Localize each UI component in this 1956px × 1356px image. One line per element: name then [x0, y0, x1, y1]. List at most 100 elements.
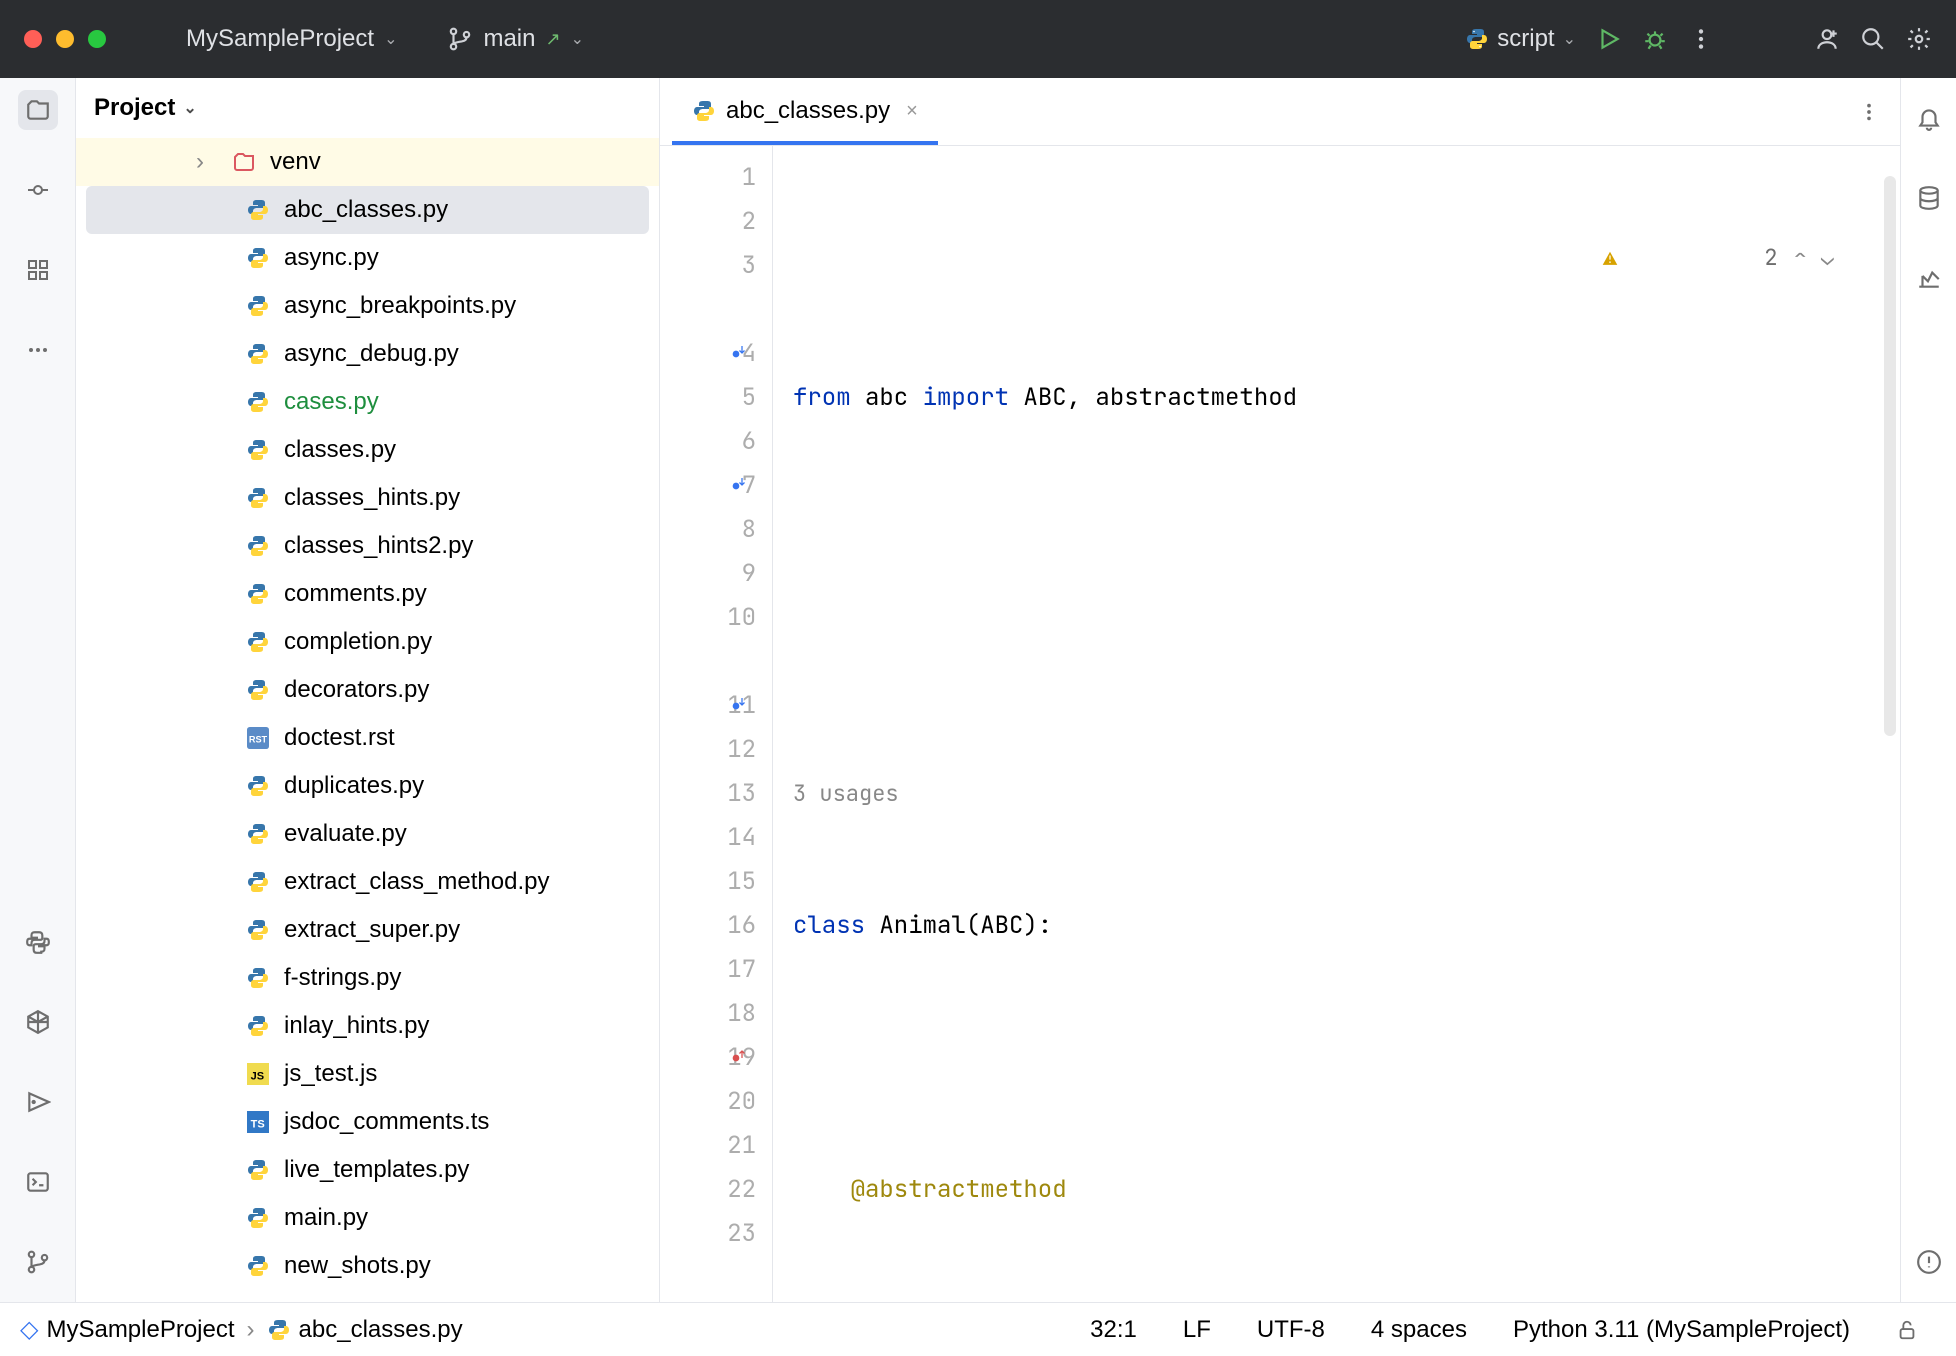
line-number: 14 — [727, 816, 756, 860]
debug-button[interactable] — [1642, 26, 1668, 52]
tree-file[interactable]: TS jsdoc_comments.ts — [76, 1098, 659, 1146]
tree-file[interactable]: evaluate.py — [76, 810, 659, 858]
problems-tool-button[interactable] — [1909, 1242, 1949, 1282]
tree-file[interactable]: async_breakpoints.py — [76, 282, 659, 330]
override-gutter-icon[interactable] — [730, 343, 752, 365]
file-name: f-strings.py — [284, 964, 401, 992]
line-number: 23 — [727, 1212, 756, 1256]
override-gutter-icon[interactable] — [730, 1047, 752, 1069]
run-button[interactable] — [1596, 26, 1622, 52]
python-console-button[interactable] — [18, 922, 58, 962]
tree-file[interactable]: cases.py — [76, 378, 659, 426]
tree-file[interactable]: inlay_hints.py — [76, 1002, 659, 1050]
editor-scrollbar[interactable] — [1884, 176, 1896, 736]
inspection-widget[interactable]: 2 ⌃ ⌄ — [1600, 160, 1834, 356]
next-highlight-icon[interactable]: ⌄ — [1821, 236, 1834, 280]
packages-tool-button[interactable] — [18, 1002, 58, 1042]
project-name: MySampleProject — [186, 25, 374, 53]
vcs-tool-button[interactable] — [18, 1242, 58, 1282]
tree-file[interactable]: abc_classes.py — [86, 186, 649, 234]
tree-file[interactable]: RSTdoctest.rst — [76, 714, 659, 762]
tree-file[interactable]: async.py — [76, 234, 659, 282]
py-file-icon — [246, 486, 270, 510]
tree-file[interactable]: live_templates.py — [76, 1146, 659, 1194]
breadcrumb[interactable]: ◇ MySampleProject › abc_classes.py — [20, 1315, 463, 1344]
editor-tab[interactable]: abc_classes.py × — [672, 81, 938, 145]
file-name: jsdoc_comments.ts — [284, 1108, 489, 1136]
more-tool-button[interactable] — [18, 330, 58, 370]
line-separator[interactable]: LF — [1165, 1316, 1229, 1344]
py-file-icon — [246, 390, 270, 414]
file-name: decorators.py — [284, 676, 429, 704]
branch-icon — [447, 26, 473, 52]
editor-gutter: 1234567891011121314151617181920212223 — [660, 146, 772, 1302]
editor-code[interactable]: 2 ⌃ ⌄ from abc import ABC, abstractmetho… — [772, 146, 1900, 1302]
folder-icon — [232, 150, 256, 174]
override-gutter-icon[interactable] — [730, 695, 752, 717]
code-with-me-icon[interactable] — [1814, 26, 1840, 52]
minimize-window[interactable] — [56, 30, 74, 48]
tree-file[interactable]: classes_hints.py — [76, 474, 659, 522]
tree-file[interactable]: duplicates.py — [76, 762, 659, 810]
line-number: 1 — [742, 156, 756, 200]
file-name: abc_classes.py — [284, 196, 448, 224]
close-window[interactable] — [24, 30, 42, 48]
tree-folder[interactable]: › venv — [76, 138, 659, 186]
terminal-tool-button[interactable] — [18, 1162, 58, 1202]
tab-more-button[interactable] — [1858, 101, 1880, 123]
chevron-down-icon: ⌄ — [571, 29, 584, 49]
notifications-button[interactable] — [1909, 98, 1949, 138]
py-file-icon — [246, 582, 270, 606]
py-file-icon — [246, 870, 270, 894]
breadcrumb-file: abc_classes.py — [299, 1316, 463, 1344]
commit-tool-button[interactable] — [18, 170, 58, 210]
svg-text:TS: TS — [251, 1119, 265, 1131]
project-dropdown[interactable]: MySampleProject ⌄ — [186, 25, 397, 53]
left-tool-rail — [0, 78, 76, 1302]
tree-file[interactable]: extract_super.py — [76, 906, 659, 954]
tree-file[interactable]: extract_class_method.py — [76, 858, 659, 906]
editor-body[interactable]: 1234567891011121314151617181920212223 2 … — [660, 146, 1900, 1302]
tree-file[interactable]: comments.py — [76, 570, 659, 618]
tree-file[interactable]: f-strings.py — [76, 954, 659, 1002]
project-tool-button[interactable] — [18, 90, 58, 130]
readonly-toggle[interactable] — [1878, 1319, 1936, 1341]
more-actions[interactable] — [1688, 26, 1714, 52]
tree-file[interactable]: completion.py — [76, 618, 659, 666]
interpreter[interactable]: Python 3.11 (MySampleProject) — [1495, 1316, 1868, 1344]
workspace: Project ⌄ › venvabc_classes.pyasync.pyas… — [0, 78, 1956, 1302]
services-tool-button[interactable] — [18, 1082, 58, 1122]
tab-close-button[interactable]: × — [906, 100, 918, 123]
maximize-window[interactable] — [88, 30, 106, 48]
file-encoding[interactable]: UTF-8 — [1239, 1316, 1343, 1344]
line-number: 22 — [727, 1168, 756, 1212]
tree-file[interactable]: main.py — [76, 1194, 659, 1242]
project-tree[interactable]: › venv abc_classes.py async.pyasync_breakp… — [76, 138, 659, 1302]
file-name: cases.py — [284, 388, 379, 416]
caret-position[interactable]: 32:1 — [1072, 1316, 1155, 1344]
override-gutter-icon[interactable] — [730, 475, 752, 497]
sciview-tool-button[interactable] — [1909, 258, 1949, 298]
usage-hint[interactable]: 3 usages — [793, 772, 1900, 816]
chevron-down-icon: ⌄ — [183, 98, 196, 118]
indent-config[interactable]: 4 spaces — [1353, 1316, 1485, 1344]
structure-tool-button[interactable] — [18, 250, 58, 290]
search-icon[interactable] — [1860, 26, 1886, 52]
project-panel-header[interactable]: Project ⌄ — [76, 78, 659, 138]
py-file-icon — [246, 678, 270, 702]
tree-file[interactable]: new_shots.py — [76, 1242, 659, 1290]
prev-highlight-icon[interactable]: ⌃ — [1794, 236, 1807, 280]
database-tool-button[interactable] — [1909, 178, 1949, 218]
tree-file[interactable]: JSjs_test.js — [76, 1050, 659, 1098]
settings-icon[interactable] — [1906, 26, 1932, 52]
tree-file[interactable]: async_debug.py — [76, 330, 659, 378]
line-number: 6 — [742, 420, 756, 464]
svg-text:JS: JS — [251, 1071, 264, 1083]
tree-file[interactable]: decorators.py — [76, 666, 659, 714]
line-number: 12 — [727, 728, 756, 772]
run-config-dropdown[interactable]: script ⌄ — [1465, 25, 1576, 53]
breadcrumb-root: MySampleProject — [46, 1316, 234, 1344]
tree-file[interactable]: classes_hints2.py — [76, 522, 659, 570]
tree-file[interactable]: classes.py — [76, 426, 659, 474]
vcs-branch[interactable]: main ↗ ⌄ — [447, 25, 584, 53]
